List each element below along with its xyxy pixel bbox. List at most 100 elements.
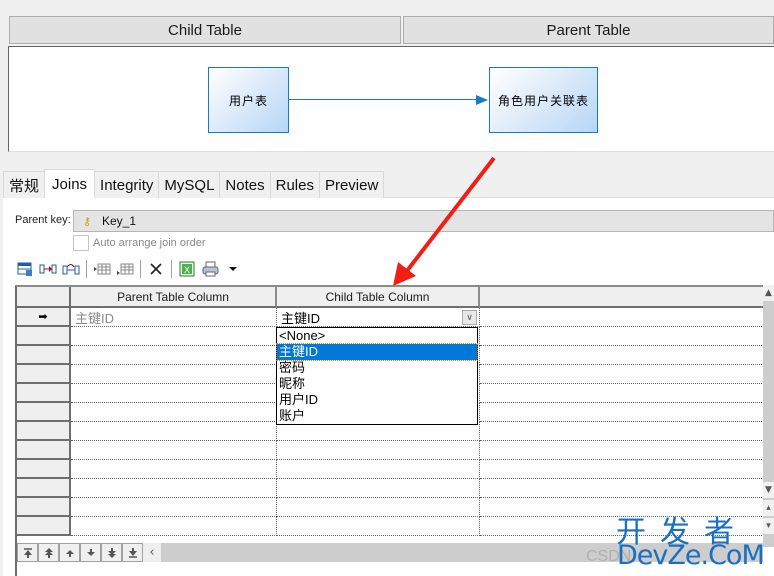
child-column-cell[interactable] bbox=[277, 517, 480, 536]
delete-icon[interactable] bbox=[146, 259, 166, 279]
child-table-header: Child Table bbox=[9, 16, 401, 44]
parent-column-cell[interactable] bbox=[71, 403, 277, 422]
move-top-icon[interactable] bbox=[17, 543, 38, 562]
dropdown-option-selected[interactable]: 主键ID bbox=[276, 343, 478, 361]
row-header[interactable] bbox=[17, 460, 71, 479]
empty-cell bbox=[480, 403, 764, 422]
move-up-icon[interactable] bbox=[59, 543, 80, 562]
child-table-column-header[interactable]: Child Table Column bbox=[277, 287, 480, 308]
empty-cell bbox=[480, 422, 764, 441]
parent-column-cell[interactable]: 主键ID bbox=[71, 308, 277, 327]
dropdown-arrow-icon[interactable] bbox=[223, 259, 243, 279]
dropdown-option[interactable]: 密码 bbox=[277, 360, 477, 376]
empty-cell bbox=[480, 384, 764, 403]
properties-icon[interactable] bbox=[15, 259, 35, 279]
move-page-down-icon[interactable] bbox=[101, 543, 122, 562]
tab-integrity[interactable]: Integrity bbox=[94, 171, 160, 198]
parent-column-cell[interactable] bbox=[71, 498, 277, 517]
scroll-left-icon[interactable]: ‹ bbox=[143, 543, 161, 562]
scroll-page-up-icon[interactable]: ▴ bbox=[763, 500, 774, 516]
parent-column-cell[interactable] bbox=[71, 422, 277, 441]
parent-key-value: Key_1 bbox=[102, 214, 137, 228]
row-header[interactable] bbox=[17, 498, 71, 517]
reference-properties-window: Child Table Parent Table 用户表 角色用户关联表 常规 … bbox=[0, 0, 774, 576]
empty-cell bbox=[480, 346, 764, 365]
child-column-cell[interactable] bbox=[277, 460, 480, 479]
tab-notes[interactable]: Notes bbox=[219, 171, 271, 198]
add-row-icon[interactable] bbox=[115, 259, 135, 279]
parent-column-cell[interactable] bbox=[71, 346, 277, 365]
row-header[interactable] bbox=[17, 403, 71, 422]
auto-arrange-checkbox[interactable] bbox=[73, 235, 89, 251]
dropdown-option[interactable]: <None> bbox=[277, 328, 477, 344]
reference-diagram: 用户表 角色用户关联表 bbox=[8, 46, 774, 152]
tab-mysql[interactable]: MySQL bbox=[158, 171, 221, 198]
child-column-cell[interactable]: 主键ID ∨ bbox=[277, 308, 480, 327]
table-row[interactable]: ➡ 主键ID 主键ID ∨ bbox=[17, 308, 774, 327]
scroll-page-down-icon[interactable]: ▾ bbox=[763, 518, 774, 534]
child-table-box[interactable]: 用户表 bbox=[208, 67, 289, 133]
excel-export-icon[interactable]: X bbox=[177, 259, 197, 279]
toolbar-separator bbox=[140, 260, 141, 278]
insert-row-icon[interactable] bbox=[92, 259, 112, 279]
parent-column-cell[interactable] bbox=[71, 441, 277, 460]
empty-cell bbox=[480, 365, 764, 384]
row-header[interactable] bbox=[17, 517, 71, 536]
reference-connector-line bbox=[289, 99, 479, 100]
row-header-corner bbox=[17, 287, 71, 308]
row-header[interactable] bbox=[17, 346, 71, 365]
tab-general[interactable]: 常规 bbox=[3, 171, 46, 198]
parent-table-box[interactable]: 角色用户关联表 bbox=[489, 67, 598, 133]
row-header[interactable] bbox=[17, 365, 71, 384]
add-join-icon[interactable] bbox=[38, 259, 58, 279]
table-row[interactable] bbox=[17, 479, 774, 498]
move-bottom-icon[interactable] bbox=[122, 543, 143, 562]
table-row[interactable] bbox=[17, 441, 774, 460]
scroll-down-icon[interactable]: ▼ bbox=[763, 482, 774, 498]
empty-cell bbox=[480, 441, 764, 460]
toolbar-separator bbox=[86, 260, 87, 278]
property-tabs: 常规 Joins Integrity MySQL Notes Rules Pre… bbox=[3, 169, 385, 198]
parent-column-cell[interactable] bbox=[71, 479, 277, 498]
watermark-line2: DevZe.CoM bbox=[617, 540, 765, 571]
row-header[interactable] bbox=[17, 422, 71, 441]
empty-column-header bbox=[480, 287, 764, 308]
parent-column-cell[interactable] bbox=[71, 460, 277, 479]
empty-cell bbox=[480, 308, 764, 327]
dropdown-option[interactable]: 用户ID bbox=[277, 392, 477, 408]
move-down-icon[interactable] bbox=[80, 543, 101, 562]
child-column-cell[interactable] bbox=[277, 479, 480, 498]
row-header[interactable] bbox=[17, 441, 71, 460]
parent-table-header: Parent Table bbox=[403, 16, 774, 44]
parent-column-cell[interactable] bbox=[71, 365, 277, 384]
parent-table-column-header[interactable]: Parent Table Column bbox=[71, 287, 277, 308]
svg-text:X: X bbox=[184, 265, 190, 275]
scroll-up-icon[interactable]: ▲ bbox=[763, 285, 774, 301]
child-column-dropdown-list[interactable]: <None> 主键ID 密码 昵称 用户ID 账户 bbox=[276, 327, 478, 425]
parent-column-cell[interactable] bbox=[71, 517, 277, 536]
tab-preview[interactable]: Preview bbox=[318, 171, 385, 198]
parent-column-cell[interactable] bbox=[71, 327, 277, 346]
tab-rules[interactable]: Rules bbox=[269, 171, 320, 198]
child-column-cell[interactable] bbox=[277, 498, 480, 517]
dropdown-option[interactable]: 账户 bbox=[277, 408, 477, 424]
child-column-cell[interactable] bbox=[277, 441, 480, 460]
parent-key-select[interactable]: ⚷ Key_1 bbox=[73, 210, 774, 232]
row-header[interactable] bbox=[17, 479, 71, 498]
parent-key-label: Parent key: bbox=[15, 214, 71, 226]
row-header[interactable] bbox=[17, 384, 71, 403]
auto-arrange-label: Auto arrange join order bbox=[93, 237, 206, 249]
row-header[interactable] bbox=[17, 327, 71, 346]
print-icon[interactable] bbox=[200, 259, 220, 279]
key-icon: ⚷ bbox=[82, 215, 92, 228]
joins-toolbar: X bbox=[15, 258, 243, 280]
tab-joins[interactable]: Joins bbox=[44, 169, 96, 198]
row-header[interactable]: ➡ bbox=[17, 308, 71, 327]
dropdown-option[interactable]: 昵称 bbox=[277, 376, 477, 392]
empty-cell bbox=[480, 479, 764, 498]
parent-column-cell[interactable] bbox=[71, 384, 277, 403]
reuse-columns-icon[interactable] bbox=[61, 259, 81, 279]
move-page-up-icon[interactable] bbox=[38, 543, 59, 562]
table-row[interactable] bbox=[17, 460, 774, 479]
chevron-down-icon[interactable]: ∨ bbox=[462, 310, 477, 325]
